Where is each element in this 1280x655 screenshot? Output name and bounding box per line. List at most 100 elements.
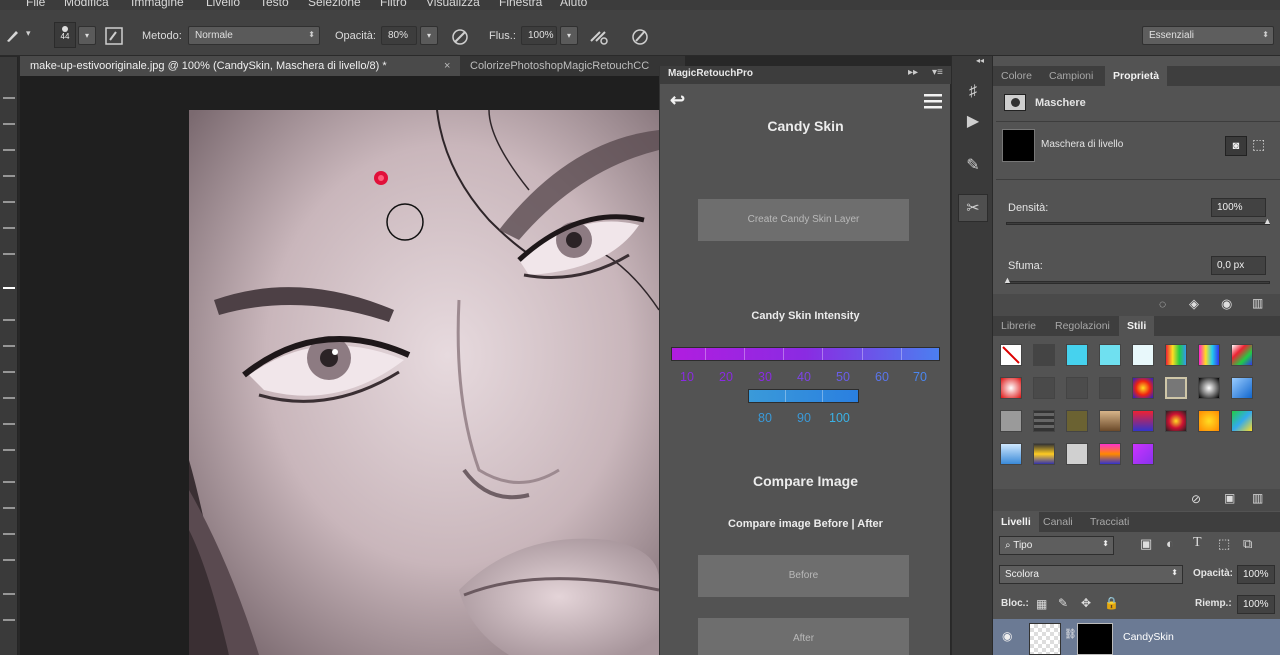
menu-finestra[interactable]: Finestra: [499, 0, 542, 9]
layer-link-icon[interactable]: ⛓: [1064, 629, 1077, 640]
intensity-70[interactable]: 70: [913, 370, 927, 384]
panel-menu-icon[interactable]: ▾≡: [932, 67, 943, 78]
layer-blend-select[interactable]: Scolora ⬍: [999, 565, 1183, 584]
marquee-tool-icon[interactable]: [3, 123, 15, 125]
menu-selezione[interactable]: Selezione: [308, 0, 361, 9]
hamburger-icon[interactable]: [924, 94, 942, 110]
workspace-select[interactable]: Essenziali ⬍: [1142, 26, 1274, 45]
style-17[interactable]: [1000, 410, 1022, 432]
actions-play-icon[interactable]: ▶: [958, 108, 988, 136]
style-8[interactable]: [1231, 344, 1253, 366]
layer-mask-thumbnail[interactable]: [1002, 129, 1035, 162]
layer-filter-select[interactable]: ⌕ Tipo ⬍: [999, 536, 1114, 555]
brush-picker-dropdown[interactable]: ▾: [78, 26, 96, 45]
plugin-a-icon[interactable]: ✎: [958, 152, 988, 180]
shape-tool-icon[interactable]: [3, 559, 15, 561]
tab-campioni[interactable]: Campioni: [1041, 66, 1101, 86]
collapse-icon[interactable]: ▸▸: [908, 67, 918, 78]
clear-style-icon[interactable]: ⊘: [1191, 492, 1201, 506]
pen-tool-icon[interactable]: [3, 481, 15, 483]
blur-tool-icon[interactable]: [3, 423, 15, 425]
style-19[interactable]: [1066, 410, 1088, 432]
intensity-60[interactable]: 60: [875, 370, 889, 384]
style-13[interactable]: [1132, 377, 1154, 399]
brush-size-picker[interactable]: 44: [54, 22, 76, 48]
intensity-bar-row1[interactable]: [671, 347, 940, 361]
flow-dropdown[interactable]: ▾: [560, 26, 578, 45]
flow-field[interactable]: 100%: [521, 26, 557, 45]
pressure-size-icon[interactable]: [630, 27, 650, 47]
densita-field[interactable]: 100%: [1211, 198, 1266, 217]
back-icon[interactable]: ↩: [670, 90, 685, 111]
tab-stili[interactable]: Stili: [1119, 316, 1155, 336]
intensity-80[interactable]: 80: [758, 411, 772, 425]
intensity-90[interactable]: 90: [797, 411, 811, 425]
filter-type-icon[interactable]: T: [1193, 535, 1202, 551]
style-none[interactable]: [1000, 344, 1022, 366]
intensity-bar-row2[interactable]: [748, 389, 859, 403]
plugin-b-icon[interactable]: ✂: [958, 194, 988, 222]
style-15[interactable]: [1198, 377, 1220, 399]
intensity-30[interactable]: 30: [758, 370, 772, 384]
riemp-field[interactable]: 100%: [1237, 595, 1275, 614]
menu-immagine[interactable]: Immagine: [131, 0, 184, 9]
menu-file[interactable]: File: [26, 0, 45, 9]
filter-shape-icon[interactable]: ⬚: [1218, 536, 1230, 552]
pixel-mask-icon[interactable]: ◙: [1225, 136, 1247, 156]
lock-all-icon[interactable]: 🔒: [1104, 596, 1119, 610]
healing-tool-icon[interactable]: [3, 253, 15, 255]
gradient-tool-icon[interactable]: [3, 397, 15, 399]
menu-testo[interactable]: Testo: [260, 0, 289, 9]
apply-mask-icon[interactable]: ◈: [1189, 296, 1199, 312]
eraser-tool-icon[interactable]: [3, 371, 15, 373]
style-29[interactable]: [1132, 443, 1154, 465]
brush-panel-icon[interactable]: [104, 26, 124, 46]
style-12[interactable]: [1099, 377, 1121, 399]
opacity-field[interactable]: 80%: [381, 26, 417, 45]
layer-visibility-icon[interactable]: ◉: [1002, 629, 1012, 643]
dodge-tool-icon[interactable]: [3, 449, 15, 451]
tool-preset-chevron-icon[interactable]: ▾: [26, 28, 31, 39]
style-11[interactable]: [1066, 377, 1088, 399]
crop-tool-icon[interactable]: [3, 201, 15, 203]
before-button[interactable]: Before: [698, 555, 909, 597]
style-10[interactable]: [1033, 377, 1055, 399]
new-style-icon[interactable]: ▣: [1224, 491, 1235, 505]
intensity-10[interactable]: 10: [680, 370, 694, 384]
document-image[interactable]: [189, 110, 659, 655]
pressure-opacity-icon[interactable]: [450, 27, 470, 47]
intensity-40[interactable]: 40: [797, 370, 811, 384]
menu-filtro[interactable]: Filtro: [380, 0, 407, 9]
zoom-tool-icon[interactable]: [3, 619, 15, 621]
after-button[interactable]: After: [698, 618, 909, 655]
tab-regolazioni[interactable]: Regolazioni: [1047, 316, 1118, 336]
tab-colore[interactable]: Colore: [993, 66, 1040, 86]
filter-adjustment-icon[interactable]: ◐: [1166, 536, 1174, 551]
tab-livelli[interactable]: Livelli: [993, 512, 1039, 532]
style-6[interactable]: [1165, 344, 1187, 366]
eyedropper-tool-icon[interactable]: [3, 227, 15, 229]
clone-stamp-tool-icon[interactable]: [3, 319, 15, 321]
opacity-dropdown[interactable]: ▾: [420, 26, 438, 45]
style-24[interactable]: [1231, 410, 1253, 432]
sfuma-field[interactable]: 0,0 px: [1211, 256, 1266, 275]
tab-librerie[interactable]: Librerie: [993, 316, 1044, 336]
intensity-100[interactable]: 100: [829, 411, 850, 425]
tab-close-icon[interactable]: ×: [444, 56, 450, 76]
style-23[interactable]: [1198, 410, 1220, 432]
lock-position-icon[interactable]: ✥: [1081, 596, 1091, 610]
style-28[interactable]: [1099, 443, 1121, 465]
hand-tool-icon[interactable]: [3, 593, 15, 595]
load-selection-icon[interactable]: ◌: [1159, 297, 1166, 311]
densita-slider-handle-icon[interactable]: ▲: [1263, 216, 1272, 226]
menu-aiuto[interactable]: Aiuto: [560, 0, 587, 9]
type-tool-icon[interactable]: [3, 507, 15, 509]
filter-pixel-icon[interactable]: ▣: [1140, 536, 1152, 552]
menu-livello[interactable]: Livello: [206, 0, 240, 9]
lock-transparency-icon[interactable]: ▦: [1036, 597, 1047, 611]
tab-proprieta[interactable]: Proprietà: [1105, 66, 1168, 86]
tab-make-up-document[interactable]: make-up-estivooriginale.jpg @ 100% (Cand…: [20, 56, 460, 76]
style-3[interactable]: [1066, 344, 1088, 366]
style-22[interactable]: [1165, 410, 1187, 432]
menu-visualizza[interactable]: Visualizza: [426, 0, 480, 9]
